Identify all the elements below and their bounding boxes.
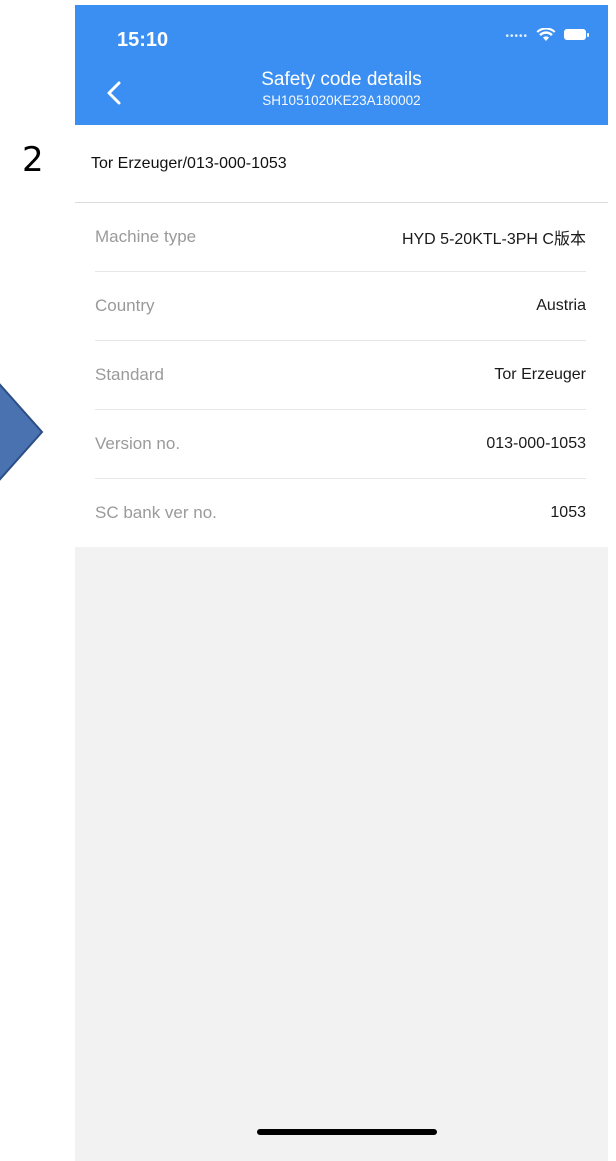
phone-screen: 15:10 ••••• Safety code details SH105102…: [75, 5, 608, 1161]
wifi-icon: [536, 27, 556, 41]
status-time: 15:10: [117, 29, 169, 51]
detail-value: 1053: [550, 504, 586, 521]
page-title: Safety code details: [261, 69, 422, 90]
detail-row-sc-bank: SC bank ver no. 1053: [95, 479, 586, 547]
detail-label: SC bank ver no.: [95, 503, 217, 522]
annotation-arrow-icon: [0, 383, 44, 481]
detail-label: Version no.: [95, 434, 181, 453]
detail-row-machine-type: Machine type HYD 5-20KTL-3PH C版本: [95, 203, 586, 272]
detail-label: Country: [95, 296, 155, 315]
section-heading: Tor Erzeuger/013-000-1053: [75, 125, 608, 203]
nav-header: 15:10 ••••• Safety code details SH105102…: [75, 5, 608, 125]
detail-value: Austria: [536, 297, 586, 314]
step-number: 2: [22, 140, 44, 180]
detail-value: Tor Erzeuger: [494, 366, 586, 383]
status-icons: •••••: [505, 27, 589, 42]
detail-value: 013-000-1053: [486, 435, 586, 452]
details-list: Tor Erzeuger/013-000-1053 Machine type H…: [75, 125, 608, 547]
detail-row-version: Version no. 013-000-1053: [95, 410, 586, 479]
detail-value: HYD 5-20KTL-3PH C版本: [401, 231, 586, 248]
detail-label: Standard: [95, 365, 164, 384]
detail-label: Machine type: [95, 227, 197, 246]
signal-icon: •••••: [505, 31, 528, 42]
home-indicator[interactable]: [257, 1129, 437, 1135]
detail-row-country: Country Austria: [95, 272, 586, 341]
page-subtitle: SH1051020KE23A180002: [262, 93, 421, 108]
battery-icon: [564, 29, 589, 40]
detail-row-standard: Standard Tor Erzeuger: [95, 341, 586, 410]
